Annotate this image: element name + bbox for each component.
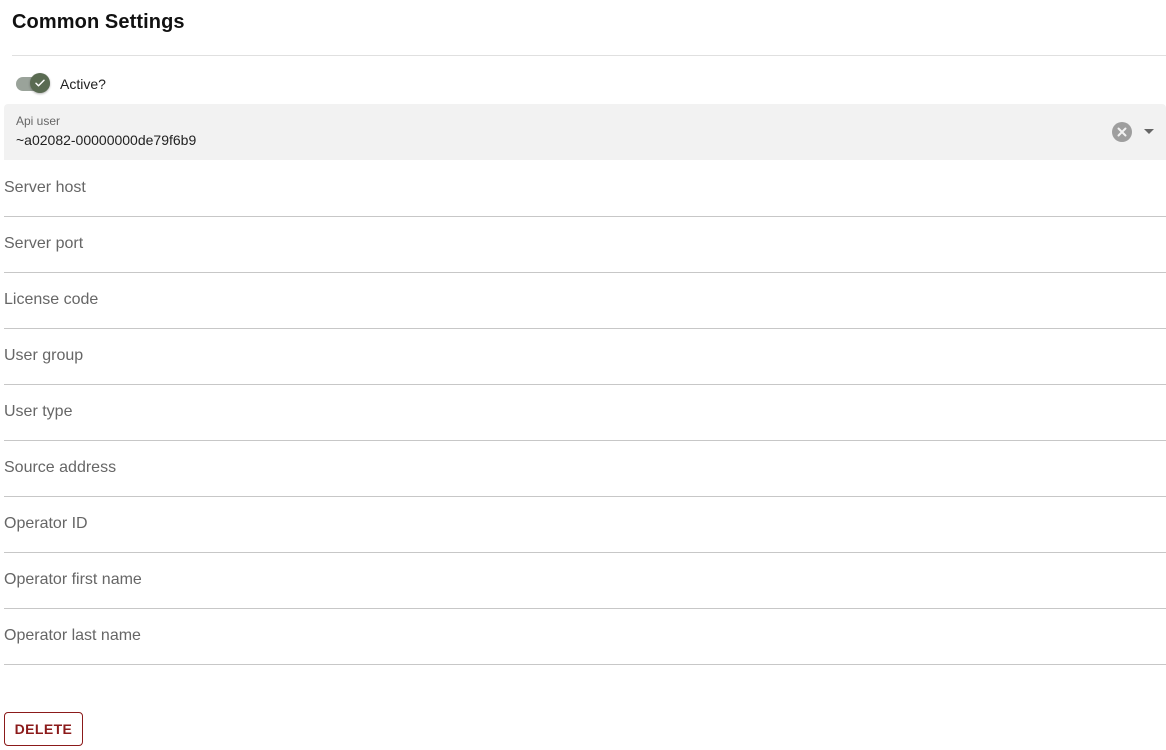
user-type-field[interactable]: User type [4, 384, 1166, 441]
toggle-track[interactable] [16, 73, 50, 93]
api-user-select[interactable]: Api user ~a02082-00000000de79f6b9 [4, 104, 1166, 160]
check-icon [35, 79, 45, 87]
license-code-label: License code [4, 291, 99, 308]
server-host-label: Server host [4, 179, 86, 196]
server-host-field[interactable]: Server host [4, 160, 1166, 217]
clear-icon[interactable] [1112, 122, 1132, 142]
active-toggle-label: Active? [60, 76, 106, 92]
delete-button[interactable]: DELETE [4, 712, 83, 746]
active-toggle[interactable]: Active? [16, 73, 106, 95]
source-address-field[interactable]: Source address [4, 440, 1166, 497]
api-user-label: Api user [16, 114, 61, 128]
common-settings-panel: Common Settings Active? Api user ~a02082… [0, 0, 1166, 750]
user-type-label: User type [4, 403, 73, 420]
toggle-thumb[interactable] [30, 73, 50, 93]
server-port-label: Server port [4, 235, 84, 252]
title-divider [12, 55, 1166, 56]
operator-first-name-label: Operator first name [4, 571, 142, 588]
close-icon [1117, 127, 1127, 137]
server-port-field[interactable]: Server port [4, 216, 1166, 273]
operator-last-name-field[interactable]: Operator last name [4, 608, 1166, 665]
operator-last-name-label: Operator last name [4, 627, 141, 644]
license-code-field[interactable]: License code [4, 272, 1166, 329]
user-group-label: User group [4, 347, 84, 364]
chevron-down-icon[interactable] [1144, 129, 1154, 134]
user-group-field[interactable]: User group [4, 328, 1166, 385]
operator-first-name-field[interactable]: Operator first name [4, 552, 1166, 609]
operator-id-field[interactable]: Operator ID [4, 496, 1166, 553]
source-address-label: Source address [4, 459, 117, 476]
api-user-value: ~a02082-00000000de79f6b9 [16, 132, 197, 148]
section-title: Common Settings [12, 11, 185, 33]
operator-id-label: Operator ID [4, 515, 88, 532]
